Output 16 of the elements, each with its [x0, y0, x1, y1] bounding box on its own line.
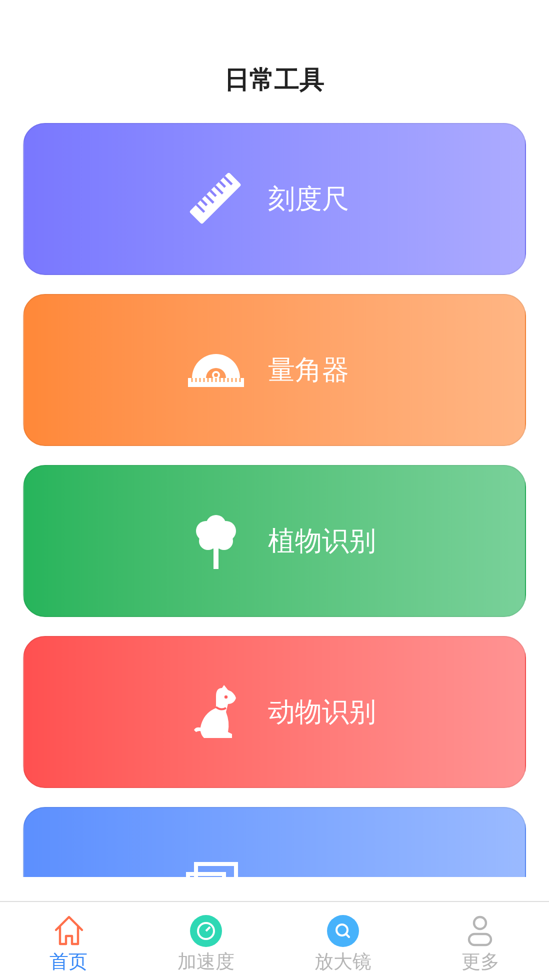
- tool-label: 动物识别: [268, 696, 376, 730]
- document-icon: [186, 862, 238, 877]
- page-title: 日常工具: [224, 64, 324, 96]
- tool-card[interactable]: 动物识别: [23, 636, 526, 788]
- tool-card[interactable]: 植物识别: [23, 465, 526, 617]
- tool-label: 量角器: [268, 354, 349, 388]
- tool-card[interactable]: 刻度尺: [23, 123, 526, 275]
- tab-item[interactable]: 更多: [412, 902, 549, 976]
- tab-item[interactable]: 加速度: [137, 902, 274, 976]
- search-icon: [326, 914, 360, 948]
- tool-label: 刻度尺: [268, 183, 349, 217]
- tab-item[interactable]: 首页: [0, 902, 138, 976]
- tab-item[interactable]: 放大镜: [274, 902, 412, 976]
- tool-card[interactable]: 量角器: [23, 294, 526, 446]
- gauge-icon: [188, 914, 223, 948]
- tool-label: 植物识别: [268, 525, 376, 559]
